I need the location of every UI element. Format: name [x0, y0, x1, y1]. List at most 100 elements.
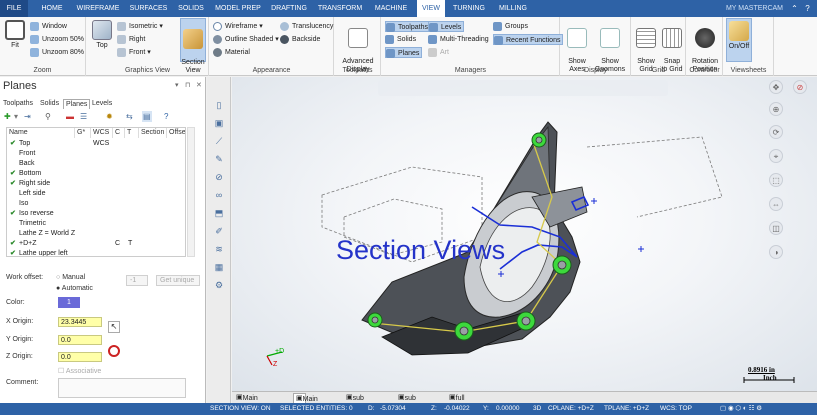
sheet-tab-full-machine[interactable]: ▣ full machine — [449, 393, 482, 412]
y-origin-field[interactable]: 0.0 — [58, 335, 102, 345]
table-row[interactable]: Left side — [7, 189, 185, 199]
table-row[interactable]: Back — [7, 159, 185, 169]
section-view-button[interactable]: Section View — [180, 18, 206, 74]
column-header[interactable]: C — [113, 128, 125, 138]
config-icon[interactable]: ⚙ — [213, 279, 225, 291]
column-header[interactable]: WCS — [91, 128, 113, 138]
column-header[interactable]: T — [125, 128, 139, 138]
table-row[interactable]: ✔ Iso reverse — [7, 209, 185, 219]
outline-shaded-button[interactable]: Outline Shaded ▾ — [213, 34, 279, 45]
table-row[interactable]: ✔ Lathe upper left — [7, 249, 185, 256]
tab-surfaces[interactable]: SURFACES — [126, 0, 171, 17]
get-unique-button[interactable]: Get unique — [156, 275, 200, 286]
advanced-display-button[interactable]: Advanced Display — [338, 20, 378, 74]
rotation-position-button[interactable]: Rotation Position — [689, 20, 721, 74]
toolpaths-manager-toggle[interactable]: Toolpaths — [385, 21, 431, 32]
tab-view[interactable]: VIEW — [417, 0, 445, 17]
cube-view-icon[interactable]: ◫ — [769, 221, 783, 235]
table-row[interactable]: Trimetric — [7, 219, 185, 229]
material-button[interactable]: Material — [213, 47, 250, 58]
wcs-status[interactable]: WCS: TOP — [660, 403, 692, 415]
snap-icon[interactable]: ✎ — [213, 153, 225, 165]
tab-drafting[interactable]: DRAFTING — [266, 0, 312, 17]
delete-plane-icon[interactable]: ▬ — [66, 111, 74, 122]
table-scrollbar[interactable] — [187, 127, 195, 257]
find-icon[interactable]: ⚲ — [45, 111, 51, 122]
sheet-tab-main-turning[interactable]: ▣ Main turning — [236, 393, 264, 412]
table-row[interactable]: Front — [7, 149, 185, 159]
rotate-icon[interactable]: ⟳ — [769, 125, 783, 139]
unzoom-80-button[interactable]: Unzoom 80% — [30, 47, 84, 58]
viewsheets-on-off-button[interactable]: On/Off — [726, 18, 752, 62]
groups-manager-toggle[interactable]: Groups — [493, 21, 528, 32]
tab-machine[interactable]: MACHINE — [369, 0, 413, 17]
table-row[interactable]: ✔ +D+Z C T — [7, 239, 185, 249]
plane-icon[interactable]: ⬒ — [213, 207, 225, 219]
my-mastercam-link[interactable]: MY MASTERCAM — [726, 0, 783, 17]
backside-button[interactable]: Backside — [280, 34, 320, 45]
cancel-icon[interactable]: ⊘ — [793, 80, 807, 94]
grid-toggle-icon[interactable]: ▦ — [213, 261, 225, 273]
show-grid-button[interactable]: Show Grid — [634, 20, 658, 74]
reset-origin-icon[interactable] — [108, 345, 120, 357]
link-icon[interactable]: ∞ — [213, 189, 225, 201]
edit-icon[interactable]: ✐ — [213, 225, 225, 237]
multi-threading-toggle[interactable]: Multi-Threading — [428, 34, 489, 45]
tab-turning[interactable]: TURNING — [449, 0, 489, 17]
new-file-icon[interactable]: ▯ — [213, 99, 225, 111]
recent-functions-toggle[interactable]: Recent Functions — [493, 34, 564, 45]
column-header[interactable]: Name — [7, 128, 75, 138]
pan-icon[interactable]: ✥ — [769, 80, 783, 94]
column-header[interactable]: G* — [75, 128, 91, 138]
ribbon-collapse-icon[interactable]: ⌃ — [790, 4, 799, 13]
dropdown-icon[interactable]: ▾ — [14, 111, 18, 122]
settings-gear-icon[interactable]: ✹ — [106, 111, 113, 122]
help-icon[interactable]: ? — [803, 4, 812, 13]
display-options-icon[interactable]: ▤ — [142, 111, 152, 122]
table-row[interactable]: ✔ Top WCS — [7, 139, 185, 149]
snap-to-grid-button[interactable]: Snap to Grid — [659, 20, 685, 74]
comment-field[interactable] — [58, 378, 186, 398]
show-axes-button[interactable]: Show Axes — [564, 20, 590, 74]
planes-manager-toggle[interactable]: Planes — [385, 47, 423, 58]
graphics-viewport[interactable]: +D Z 0.8916 in Inch ✥ ⊘ ⊕ ⟳ ⌖ ⬚ ⇔ ◫ ◑ — [232, 77, 817, 391]
column-header[interactable]: Section — [139, 128, 167, 138]
color-swatch[interactable]: 1 — [58, 297, 80, 308]
manual-radio[interactable]: ○ Manual — [56, 274, 85, 281]
panel-tab-toolpaths[interactable]: Toolpaths — [3, 99, 33, 109]
help-circle-icon[interactable]: ? — [164, 111, 168, 122]
wireframe-button[interactable]: Wireframe ▾ — [213, 21, 263, 32]
tab-transform[interactable]: TRANSFORM — [314, 0, 366, 17]
section-view-status[interactable]: SECTION VIEW: ON — [210, 403, 271, 415]
art-manager-toggle[interactable]: Art — [428, 47, 449, 58]
select-plane-icon[interactable]: ⇥ — [24, 111, 31, 122]
add-plane-icon[interactable]: ✚ — [4, 111, 11, 122]
column-header[interactable]: Offse — [167, 128, 185, 138]
tplane-status[interactable]: TPLANE: +D+Z — [604, 403, 649, 415]
tab-file[interactable]: FILE — [0, 0, 28, 17]
list-icon[interactable]: ☰ — [80, 111, 87, 122]
fit-view-icon[interactable]: ⇔ — [769, 197, 783, 211]
show-gnomons-button[interactable]: Show Gnomons — [592, 20, 628, 74]
top-view-button[interactable]: Top — [91, 20, 113, 50]
table-row[interactable]: Iso — [7, 199, 185, 209]
sheet-tab-sub-milling[interactable]: ▣ sub milling — [398, 393, 424, 412]
save-icon[interactable]: ▣ — [213, 117, 225, 129]
tab-milling[interactable]: MILLING — [494, 0, 532, 17]
view-icon[interactable]: ⌖ — [769, 149, 783, 163]
levels-manager-toggle[interactable]: Levels — [428, 21, 465, 32]
pin-icon[interactable]: ▾ — [175, 81, 179, 89]
right-view-button[interactable]: Right — [117, 34, 145, 45]
analyze-icon[interactable]: ⟋ — [213, 135, 225, 147]
automatic-radio[interactable]: ● Automatic — [56, 285, 93, 292]
fit-button[interactable]: Fit — [4, 20, 26, 50]
3d-mode-toggle[interactable]: 3D — [533, 403, 541, 415]
z-origin-field[interactable]: 0.0 — [58, 352, 102, 362]
work-offset-stepper[interactable]: -1 — [126, 275, 148, 286]
solids-manager-toggle[interactable]: Solids — [385, 34, 416, 45]
sheet-tab-sub-turning[interactable]: ▣ sub turning — [346, 393, 374, 412]
tab-wireframe[interactable]: WIREFRAME — [73, 0, 123, 17]
unzoom-50-button[interactable]: Unzoom 50% — [30, 34, 84, 45]
shade-icon[interactable]: ◑ — [769, 245, 783, 259]
table-row[interactable]: Lathe Z = World Z — [7, 229, 185, 239]
